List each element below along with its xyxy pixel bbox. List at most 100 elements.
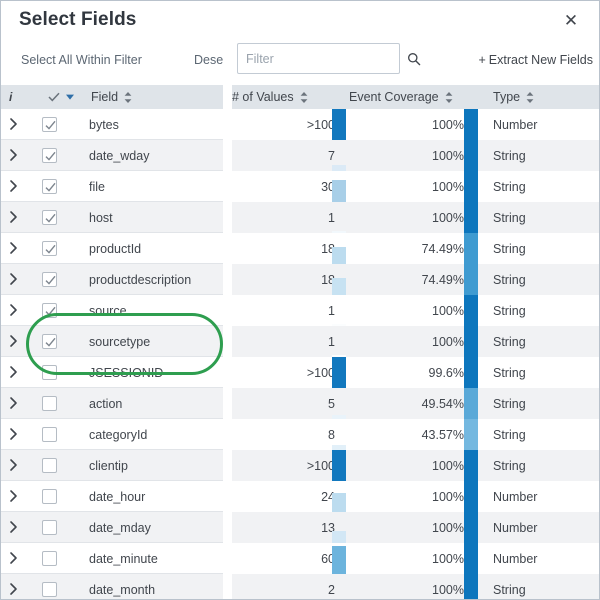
table-row[interactable]: date_hour24100%Number [1,481,600,512]
header-num-values[interactable]: # of Values [232,85,308,109]
num-values-bar [332,202,346,233]
num-values-bar [332,233,346,264]
event-coverage-bar [464,264,478,295]
event-coverage-bar [464,109,478,140]
field-name: clientip [89,450,128,481]
num-values-bar [332,264,346,295]
table-row[interactable]: date_month2100%String [1,574,600,600]
row-checkbox[interactable] [42,148,57,163]
field-type: Number [493,109,537,140]
row-checkbox[interactable] [42,489,57,504]
table-row[interactable]: file30100%String [1,171,600,202]
header-info[interactable]: i [9,85,12,109]
filter-search-box[interactable] [237,43,400,74]
row-band-right [232,512,600,543]
expand-chevron-icon[interactable] [9,210,18,224]
header-type[interactable]: Type [493,85,534,109]
table-row[interactable]: JSESSIONID>10099.6%String [1,357,600,388]
row-checkbox[interactable] [42,520,57,535]
row-checkbox[interactable] [42,272,57,287]
row-checkbox[interactable] [42,458,57,473]
field-type: Number [493,481,537,512]
row-band-right [232,202,600,233]
expand-chevron-icon[interactable] [9,427,18,441]
table-row[interactable]: categoryId843.57%String [1,419,600,450]
table-row[interactable]: date_minute60100%Number [1,543,600,574]
row-band-right [232,357,600,388]
field-type: String [493,171,526,202]
table-row[interactable]: action549.54%String [1,388,600,419]
field-type: String [493,450,526,481]
event-coverage-value: 100% [432,543,464,574]
expand-chevron-icon[interactable] [9,117,18,131]
row-checkbox[interactable] [42,241,57,256]
row-band-right [232,388,600,419]
row-band-right [232,326,600,357]
search-input[interactable] [246,52,407,66]
row-checkbox[interactable] [42,179,57,194]
table-row[interactable]: clientip>100100%String [1,450,600,481]
sort-icon [300,92,308,103]
row-band-right [232,295,600,326]
row-checkbox[interactable] [42,582,57,597]
select-all-within-filter-link[interactable]: Select All Within Filter [21,53,142,67]
row-checkbox[interactable] [42,427,57,442]
table-row[interactable]: host1100%String [1,202,600,233]
num-values-bar [332,295,346,326]
table-row[interactable]: productdescription1874.49%String [1,264,600,295]
table-row[interactable]: bytes>100100%Number [1,109,600,140]
event-coverage-value: 100% [432,326,464,357]
row-checkbox[interactable] [42,210,57,225]
header-event-coverage[interactable]: Event Coverage [349,85,453,109]
row-checkbox[interactable] [42,365,57,380]
expand-chevron-icon[interactable] [9,365,18,379]
table-row[interactable]: date_mday13100%Number [1,512,600,543]
field-type: String [493,357,526,388]
row-band-right [232,543,600,574]
row-band-right [232,574,600,600]
event-coverage-bar [464,202,478,233]
expand-chevron-icon[interactable] [9,551,18,565]
field-type: String [493,574,526,600]
field-type: String [493,326,526,357]
table-row[interactable]: productId1874.49%String [1,233,600,264]
field-name: source [89,295,127,326]
num-values-bar [332,171,346,202]
expand-chevron-icon[interactable] [9,582,18,596]
chevron-down-icon[interactable] [66,94,74,100]
row-checkbox[interactable] [42,334,57,349]
event-coverage-bar [464,171,478,202]
num-values-value: >100 [307,450,335,481]
expand-chevron-icon[interactable] [9,272,18,286]
expand-chevron-icon[interactable] [9,396,18,410]
num-values-bar [332,388,346,419]
header-select-all-checkbox[interactable] [48,85,74,109]
table-row[interactable]: sourcetype1100%String [1,326,600,357]
header-field[interactable]: Field [91,85,132,109]
expand-chevron-icon[interactable] [9,179,18,193]
table-row[interactable]: date_wday7100%String [1,140,600,171]
num-values-bar [332,574,346,600]
select-fields-dialog: Select Fields ✕ Select All Within Filter… [0,0,600,600]
event-coverage-bar [464,357,478,388]
deselect-all-link[interactable]: Dese [194,53,223,67]
expand-chevron-icon[interactable] [9,303,18,317]
extract-new-fields-link[interactable]: +Extract New Fields [478,53,593,67]
row-checkbox[interactable] [42,551,57,566]
row-checkbox[interactable] [42,117,57,132]
table-header-row: i Field # of Values [1,85,600,109]
expand-chevron-icon[interactable] [9,148,18,162]
expand-chevron-icon[interactable] [9,458,18,472]
row-checkbox[interactable] [42,396,57,411]
expand-chevron-icon[interactable] [9,334,18,348]
expand-chevron-icon[interactable] [9,520,18,534]
expand-chevron-icon[interactable] [9,489,18,503]
field-type: String [493,419,526,450]
field-name: date_wday [89,140,149,171]
expand-chevron-icon[interactable] [9,241,18,255]
close-icon[interactable]: ✕ [559,8,583,32]
row-checkbox[interactable] [42,303,57,318]
check-icon [44,150,57,163]
table-row[interactable]: source1100%String [1,295,600,326]
event-coverage-bar [464,326,478,357]
